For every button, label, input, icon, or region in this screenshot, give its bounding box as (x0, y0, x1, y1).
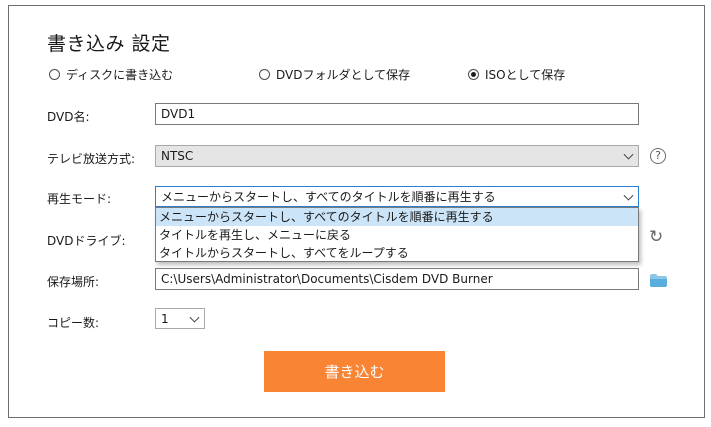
tv-standard-label: テレビ放送方式: (47, 152, 136, 166)
playback-mode-label: 再生モード: (47, 192, 112, 206)
playback-mode-dropdown-list: メニューからスタートし、すべてのタイトルを順番に再生する タイトルを再生し、メニ… (155, 207, 639, 262)
radio-circle-icon (49, 69, 60, 80)
copies-value: 1 (161, 311, 169, 326)
chevron-down-icon (189, 312, 200, 323)
playback-mode-value: メニューからスタートし、すべてのタイトルを順番に再生する (161, 190, 496, 204)
playback-mode-select[interactable]: メニューからスタートし、すべてのタイトルを順番に再生する (155, 186, 639, 207)
save-location-value: C:\Users\Administrator\Documents\Cisdem … (161, 272, 493, 286)
dvd-name-value: DVD1 (161, 107, 196, 121)
chevron-down-icon (623, 190, 634, 201)
dropdown-option[interactable]: メニューからスタートし、すべてのタイトルを順番に再生する (156, 208, 638, 226)
dvd-name-input[interactable]: DVD1 (155, 103, 639, 125)
question-circle-icon[interactable]: ? (650, 148, 666, 164)
dropdown-option[interactable]: タイトルからスタートし、すべてをループする (156, 244, 638, 262)
radio-label: ISOとして保存 (485, 68, 566, 82)
radio-label: ディスクに書き込む (66, 68, 174, 82)
chevron-down-icon (623, 149, 634, 160)
dvd-name-label: DVD名: (47, 110, 90, 124)
dropdown-option[interactable]: タイトルを再生し、メニューに戻る (156, 226, 638, 244)
refresh-icon[interactable]: ↻ (649, 229, 663, 246)
copies-label: コピー数: (47, 316, 100, 330)
folder-icon[interactable] (650, 272, 667, 287)
tv-standard-select[interactable]: NTSC (155, 145, 639, 167)
save-location-label: 保存場所: (47, 275, 100, 289)
dvd-drive-label: DVDドライブ: (47, 234, 126, 248)
tv-standard-value: NTSC (161, 149, 194, 163)
dialog-title: 書き込み 設定 (47, 33, 171, 55)
copies-select[interactable]: 1 (155, 308, 205, 329)
radio-circle-selected-icon (468, 69, 479, 80)
radio-label: DVDフォルダとして保存 (276, 68, 411, 82)
radio-save-as-dvd-folder[interactable]: DVDフォルダとして保存 (259, 66, 410, 83)
save-location-input[interactable]: C:\Users\Administrator\Documents\Cisdem … (155, 268, 639, 290)
radio-save-as-iso[interactable]: ISOとして保存 (468, 66, 565, 83)
radio-circle-icon (259, 69, 270, 80)
radio-burn-to-disc[interactable]: ディスクに書き込む (49, 66, 173, 83)
burn-button[interactable]: 書き込む (264, 351, 445, 392)
